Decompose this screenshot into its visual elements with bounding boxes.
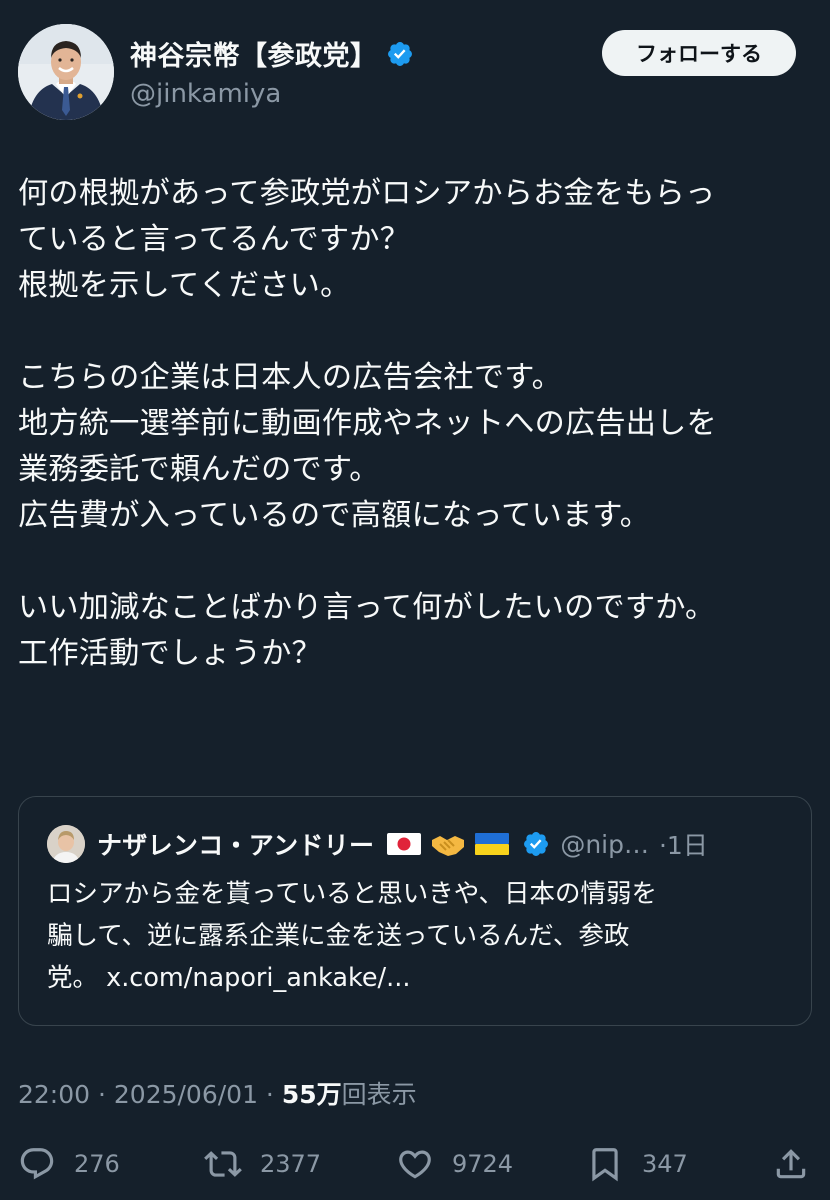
share-icon: [776, 1149, 806, 1179]
heart-icon: [399, 1150, 431, 1179]
tweet-line: 地方統一選挙前に動画作成やネットへの広告出しを: [18, 406, 717, 441]
reply-button[interactable]: 276: [18, 1142, 120, 1186]
views-count: 55万: [281, 1080, 342, 1109]
action-bar: 276 2377 9724 347: [18, 1142, 812, 1186]
retweet-button[interactable]: 2377: [204, 1142, 321, 1186]
views-label: 回表示: [341, 1080, 417, 1109]
tweet-paragraph: こちらの企業は日本人の広告会社です。 地方統一選挙前に動画作成やネットへの広告出…: [18, 355, 818, 539]
verified-badge-icon: [524, 832, 549, 856]
tweet-text: 何の根拠があって参政党がロシアからお金をもらっ ていると言ってるんですか？ 根拠…: [18, 171, 818, 723]
quoted-tweet[interactable]: ナザレンコ・アンドリー @nip… ·1日 ロシアから金を貰っていると思いきや、…: [18, 796, 812, 1026]
quoted-line: 騙して、逆に露系企業に金を送っているんだ、参政: [47, 921, 630, 951]
retweet-icon: [204, 1151, 242, 1177]
share-button[interactable]: [772, 1142, 810, 1186]
quoted-line: 党。 x.com/napori_ankake/...: [47, 963, 411, 993]
bookmark-button[interactable]: 347: [586, 1142, 688, 1186]
tweet-line: 工作活動でしょうか？: [18, 636, 322, 671]
reply-count: 276: [74, 1150, 120, 1178]
tweet-paragraph: いい加減なことばかり言って何がしたいのですか。 工作活動でしょうか？: [18, 585, 818, 677]
bookmark-icon: [592, 1148, 618, 1182]
follow-button[interactable]: フォローする: [602, 30, 796, 76]
like-count: 9724: [452, 1150, 514, 1178]
quoted-tweet-text: ロシアから金を貰っていると思いきや、日本の情弱を 騙して、逆に露系企業に金を送っ…: [47, 873, 797, 999]
quoted-tweet-header: ナザレンコ・アンドリー @nip… ·1日: [47, 825, 708, 863]
quoted-author-emojis: [378, 830, 510, 858]
tweet-paragraph: 何の根拠があって参政党がロシアからお金をもらっ ていると言ってるんですか？ 根拠…: [18, 171, 818, 309]
tweet-line: 何の根拠があって参政党がロシアからお金をもらっ: [18, 176, 716, 211]
quoted-author-name[interactable]: ナザレンコ・アンドリー: [97, 826, 374, 862]
handshake-icon: [432, 836, 465, 856]
reply-icon: [20, 1148, 54, 1180]
quoted-author-avatar[interactable]: [47, 825, 85, 863]
tweet-meta: 22:00 · 2025/06/01 · 55万回表示: [18, 1075, 417, 1111]
tweet-line: 広告費が入っているので高額になっています。: [18, 498, 651, 533]
tweet-line: 根拠を示してください。: [18, 268, 351, 303]
quoted-tweet-time[interactable]: ·1日: [659, 826, 708, 862]
ukraine-flag-icon: [475, 833, 510, 855]
author-avatar[interactable]: [18, 24, 114, 120]
tweet-line: いい加減なことばかり言って何がしたいのですか。: [18, 590, 716, 625]
tweet-header: 神谷宗幣【参政党】 @jinkamiya フォローする: [18, 22, 812, 122]
author-handle[interactable]: @jinkamiya: [130, 79, 281, 109]
meta-separator: ·: [257, 1080, 282, 1109]
quoted-line: ロシアから金を貰っていると思いきや、日本の情弱を: [47, 879, 657, 909]
tweet-time[interactable]: 22:00: [18, 1080, 90, 1109]
bookmark-count: 347: [642, 1150, 688, 1178]
author-name-row: 神谷宗幣【参政党】: [130, 34, 414, 73]
quoted-author-handle[interactable]: @nip…: [560, 830, 649, 859]
tweet-line: ていると言ってるんですか？: [18, 222, 411, 257]
japan-flag-icon: [387, 833, 422, 855]
tweet-line: こちらの企業は日本人の広告会社です。: [18, 360, 562, 395]
author-display-name[interactable]: 神谷宗幣【参政党】: [130, 34, 378, 73]
like-button[interactable]: 9724: [396, 1142, 513, 1186]
tweet-line: 業務委託で頼んだのです。: [18, 452, 380, 487]
meta-separator: ·: [90, 1080, 114, 1109]
verified-badge-icon: [387, 41, 412, 66]
tweet-date[interactable]: 2025/06/01: [114, 1080, 258, 1109]
retweet-count: 2377: [260, 1150, 322, 1178]
